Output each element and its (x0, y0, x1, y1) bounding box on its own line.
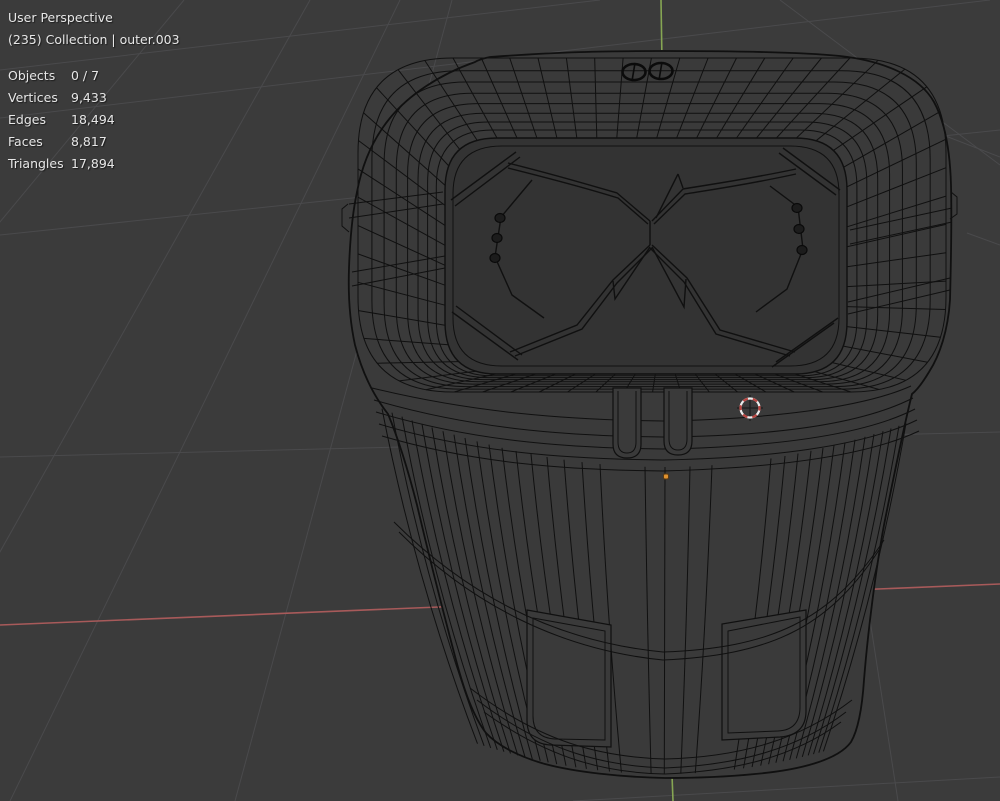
top-face (444, 137, 848, 375)
stat-row: Objects 0 / 7 (8, 68, 115, 90)
stat-label: Triangles (8, 156, 64, 171)
viewport-3d[interactable]: User Perspective (235) Collection | oute… (0, 0, 1000, 801)
object-origin-dot (663, 473, 669, 480)
stat-label: Vertices (8, 90, 58, 105)
stat-label: Edges (8, 112, 46, 127)
stat-value: 9,433 (71, 90, 107, 105)
collection-breadcrumb: (235) Collection | outer.003 (8, 32, 180, 47)
stat-row: Faces 8,817 (8, 134, 115, 156)
stat-value: 0 / 7 (71, 68, 100, 83)
stat-value: 18,494 (71, 112, 115, 127)
stat-row: Triangles 17,894 (8, 156, 115, 178)
stat-row: Vertices 9,433 (8, 90, 115, 112)
view-name: User Perspective (8, 10, 113, 25)
stat-value: 8,817 (71, 134, 107, 149)
stat-label: Faces (8, 134, 43, 149)
y-axis-line-bottom (671, 774, 674, 801)
y-axis-line-top (660, 0, 663, 51)
stat-value: 17,894 (71, 156, 115, 171)
stat-row: Edges 18,494 (8, 112, 115, 134)
stats-panel: Objects 0 / 7 Vertices 9,433 Edges 18,494 F… (8, 68, 115, 178)
stat-label: Objects (8, 68, 56, 83)
